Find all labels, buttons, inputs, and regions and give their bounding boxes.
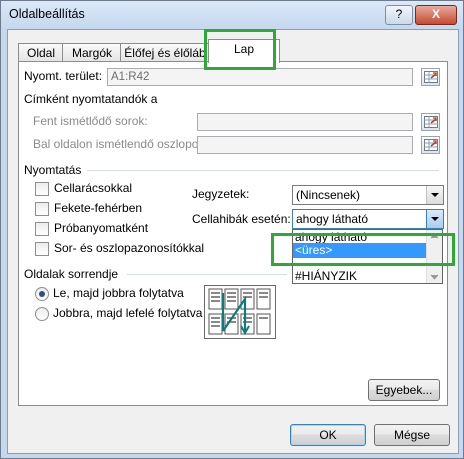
- ok-button[interactable]: OK: [290, 424, 366, 446]
- print-titles-heading: Címként nyomtatandók a: [24, 92, 158, 106]
- highlight-empty-option: [271, 233, 455, 266]
- print-area-collapse-button[interactable]: [421, 68, 440, 86]
- radio-selected-dot: [39, 291, 45, 297]
- columns-to-repeat-field[interactable]: [197, 136, 413, 154]
- down-then-over-radio[interactable]: [35, 287, 49, 301]
- comments-value: (Nincsenek): [296, 188, 361, 202]
- range-select-icon: [424, 71, 438, 83]
- close-button[interactable]: X: [415, 5, 457, 25]
- chevron-down-icon: [431, 193, 439, 197]
- range-select-icon: [424, 116, 438, 128]
- page-order-heading: Oldalak sorrendje: [24, 267, 119, 281]
- black-and-white-label: Fekete-fehérben: [54, 201, 143, 215]
- help-button[interactable]: ?: [385, 5, 413, 25]
- row-col-headings-label: Sor- és oszlopazonosítókkal: [54, 241, 205, 255]
- over-then-down-label: Jobbra, majd lefelé folytatva: [53, 306, 203, 320]
- highlight-sheet-tab: [204, 29, 276, 70]
- chevron-down-icon: [431, 217, 439, 221]
- tab-header-footer[interactable]: Élőfej és élőláb: [120, 43, 210, 62]
- draft-quality-checkbox[interactable]: [35, 222, 49, 236]
- rows-to-repeat-field[interactable]: [197, 113, 413, 131]
- cell-errors-value: ahogy látható: [296, 212, 369, 226]
- gridlines-label: Cellarácsokkal: [54, 181, 133, 195]
- print-area-field[interactable]: A1:R42: [107, 68, 413, 86]
- comments-dropdown-button[interactable]: [426, 186, 443, 204]
- options-button[interactable]: Egyebek...: [368, 379, 440, 401]
- window-title: Oldalbeállítás: [9, 7, 85, 21]
- page-order-preview-icon: [204, 285, 276, 339]
- comments-label: Jegyzetek:: [192, 187, 250, 201]
- gridlines-checkbox[interactable]: [35, 182, 49, 196]
- print-group-divider: [87, 170, 439, 171]
- draft-quality-label: Próbanyomatként: [54, 221, 149, 235]
- rows-to-repeat-label: Fent ismétlődő sorok:: [33, 114, 148, 128]
- cell-errors-select[interactable]: ahogy látható: [292, 209, 444, 229]
- row-col-headings-checkbox[interactable]: [35, 242, 49, 256]
- tab-margins[interactable]: Margók: [62, 43, 122, 62]
- down-then-over-label: Le, majd jobbra folytatva: [53, 286, 184, 300]
- columns-to-repeat-label: Bal oldalon ismétlendő oszlopok:: [33, 137, 208, 151]
- cell-errors-label: Cellahibák esetén:: [192, 212, 291, 226]
- columns-collapse-button[interactable]: [421, 136, 440, 154]
- tab-page[interactable]: Oldal: [18, 43, 64, 62]
- over-then-down-radio[interactable]: [35, 307, 49, 321]
- print-group-heading: Nyomtatás: [24, 163, 82, 177]
- black-and-white-checkbox[interactable]: [35, 202, 49, 216]
- rows-collapse-button[interactable]: [421, 113, 440, 131]
- cancel-button[interactable]: Mégse: [374, 424, 450, 446]
- cell-errors-option[interactable]: #HIÁNYZIK: [293, 269, 427, 284]
- comments-select[interactable]: (Nincsenek): [292, 185, 444, 205]
- title-bar: Oldalbeállítás ? X: [1, 1, 463, 29]
- page-order-divider: [127, 274, 287, 275]
- range-select-icon: [424, 139, 438, 151]
- page-setup-dialog: Oldalbeállítás ? X Oldal Margók Élőfej é…: [0, 0, 464, 459]
- print-area-label: Nyomt. terület:: [24, 69, 103, 83]
- cell-errors-dropdown-button[interactable]: [426, 210, 443, 228]
